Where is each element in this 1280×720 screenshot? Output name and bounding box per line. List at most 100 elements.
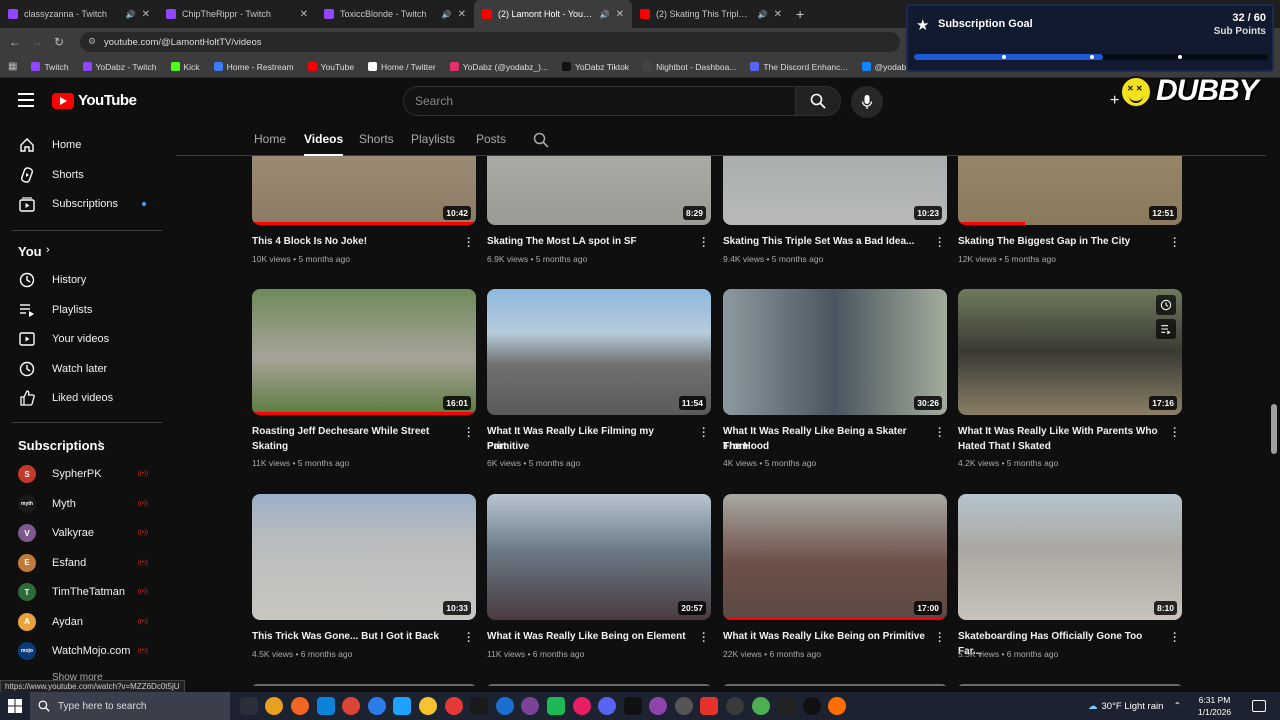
- video-thumbnail[interactable]: 20:57: [487, 494, 711, 620]
- bookmark-item[interactable]: YoDabz (@yodabz_)...: [449, 62, 548, 72]
- tab-audio-icon[interactable]: 🔊: [758, 10, 768, 19]
- more-actions-icon[interactable]: · · ·: [1172, 629, 1178, 648]
- search-button[interactable]: [795, 86, 841, 116]
- chevron-right-icon[interactable]: ›: [46, 244, 50, 256]
- video-title[interactable]: What it Was Really Like Being on Element: [487, 629, 693, 644]
- tab-playlists[interactable]: Playlists: [411, 132, 455, 146]
- app-icon[interactable]: [649, 697, 668, 715]
- new-tab-icon[interactable]: +: [796, 6, 804, 22]
- more-actions-icon[interactable]: · · ·: [701, 629, 707, 648]
- firefox-icon[interactable]: [290, 697, 309, 715]
- vscode-icon[interactable]: [393, 697, 412, 715]
- scrollbar-thumb[interactable]: [1271, 404, 1277, 454]
- sidebar-subscription-item[interactable]: A Aydan ((•)): [12, 608, 162, 636]
- app-icon[interactable]: [623, 697, 642, 715]
- obs-icon[interactable]: [367, 697, 386, 715]
- weather-widget[interactable]: ☁ 30°F Light rain ⌃: [1088, 692, 1181, 720]
- search-input[interactable]: Search: [403, 86, 796, 116]
- more-actions-icon[interactable]: · · ·: [937, 629, 943, 648]
- sidebar-you-heading[interactable]: You: [18, 244, 42, 259]
- bookmark-item[interactable]: Twitch: [31, 62, 69, 72]
- app-icon[interactable]: [828, 697, 847, 715]
- sidebar-subscription-item[interactable]: S SypherPK ((•)): [12, 460, 162, 488]
- edge-icon[interactable]: [316, 697, 335, 715]
- sidebar-subscription-item[interactable]: V Valkyrae ((•)): [12, 519, 162, 547]
- more-actions-icon[interactable]: · · ·: [466, 629, 472, 648]
- site-info-icon[interactable]: ⚙: [88, 36, 96, 47]
- chevron-right-icon[interactable]: ›: [98, 437, 102, 449]
- channel-search-icon[interactable]: [533, 132, 549, 148]
- app-icon[interactable]: [674, 697, 693, 715]
- app-icon[interactable]: [521, 697, 540, 715]
- tab-close-icon[interactable]: ✕: [300, 9, 308, 20]
- sidebar-item-home[interactable]: Home: [12, 131, 162, 159]
- browser-tab[interactable]: (2) Skating This Triple Set W 🔊 ✕: [632, 0, 790, 28]
- tray-chevron-icon[interactable]: ⌃: [1173, 701, 1181, 712]
- settings-icon[interactable]: [726, 697, 745, 715]
- tab-close-icon[interactable]: ✕: [142, 9, 150, 20]
- apps-grid-icon[interactable]: ▦: [8, 61, 17, 72]
- sidebar-item-your-videos[interactable]: Your videos: [12, 325, 162, 353]
- tiktok-icon[interactable]: [802, 697, 821, 715]
- voice-search-button[interactable]: [851, 86, 883, 118]
- tab-audio-icon[interactable]: 🔊: [126, 10, 136, 19]
- video-thumbnail-partial[interactable]: [487, 684, 711, 686]
- sidebar-item-watch-later[interactable]: Watch later: [12, 355, 162, 383]
- app-icon[interactable]: [700, 697, 719, 715]
- bookmark-item[interactable]: The Discord Enhanc...: [750, 62, 848, 72]
- bookmark-item[interactable]: Home / Twitter: [368, 62, 436, 72]
- app-icon[interactable]: [495, 697, 514, 715]
- sidebar-subscription-item[interactable]: myth Myth ((•)): [12, 490, 162, 518]
- bookmark-item[interactable]: Kick: [170, 62, 200, 72]
- sidebar-item-shorts[interactable]: Shorts: [12, 161, 162, 189]
- start-button[interactable]: [0, 692, 30, 720]
- tab-home[interactable]: Home: [254, 132, 286, 146]
- video-thumbnail[interactable]: 8:10: [958, 494, 1182, 620]
- sidebar-subscription-item[interactable]: T TimTheTatman ((•)): [12, 578, 162, 606]
- bookmark-item[interactable]: YoDabz Tiktok: [562, 62, 629, 72]
- reload-icon[interactable]: ↻: [48, 35, 70, 49]
- video-thumbnail-partial[interactable]: [958, 684, 1182, 686]
- bookmark-item[interactable]: YoDabz - Twitch: [82, 62, 157, 72]
- back-icon[interactable]: ←: [4, 35, 26, 49]
- bookmark-item[interactable]: Nightbot - Dashboa...: [643, 62, 736, 72]
- browser-tab[interactable]: classyzanna - Twitch 🔊 ✕: [0, 0, 158, 28]
- sidebar-item-playlists[interactable]: Playlists: [12, 296, 162, 324]
- video-thumbnail-partial[interactable]: [252, 684, 476, 686]
- tab-close-icon[interactable]: ✕: [774, 9, 782, 20]
- browser-tab[interactable]: (2) Lamont Holt - YouTube 🔊 ✕: [474, 0, 632, 28]
- video-thumbnail[interactable]: 17:00: [723, 494, 947, 620]
- page-scrollbar[interactable]: [1268, 124, 1280, 686]
- taskbar-search[interactable]: Type here to search: [30, 692, 230, 720]
- tab-videos[interactable]: Videos: [304, 132, 344, 156]
- browser-tab[interactable]: ChipTheRippr - Twitch ✕: [158, 0, 316, 28]
- video-card[interactable]: 8:10 Skateboarding Has Officially Gone To…: [958, 156, 1182, 686]
- tab-close-icon[interactable]: ✕: [458, 9, 466, 20]
- bookmark-item[interactable]: YouTube: [307, 62, 354, 72]
- menu-icon[interactable]: [18, 93, 34, 107]
- sidebar-item-liked-videos[interactable]: Liked videos: [12, 384, 162, 412]
- video-thumbnail[interactable]: 10:33: [252, 494, 476, 620]
- url-field[interactable]: ⚙ youtube.com/@LamontHoltTV/videos: [80, 32, 900, 52]
- tab-shorts[interactable]: Shorts: [359, 132, 394, 146]
- bookmark-item[interactable]: Home - Restream: [213, 62, 294, 72]
- video-card[interactable]: 20:57 What it Was Really Like Being on El…: [487, 156, 711, 686]
- sidebar-item-subscriptions[interactable]: Subscriptions: [12, 190, 162, 218]
- youtube-logo[interactable]: YouTube: [52, 92, 137, 109]
- tab-close-icon[interactable]: ✕: [616, 9, 624, 20]
- app-icon[interactable]: [777, 697, 796, 715]
- browser-tab[interactable]: ToxiccBlonde - Twitch 🔊 ✕: [316, 0, 474, 28]
- file-explorer-icon[interactable]: [418, 697, 437, 715]
- tab-audio-icon[interactable]: 🔊: [600, 10, 610, 19]
- video-card[interactable]: 17:00 What it Was Really Like Being on Pr…: [723, 156, 947, 686]
- adobe-icon[interactable]: [444, 697, 463, 715]
- discord-icon[interactable]: [598, 697, 617, 715]
- video-thumbnail-partial[interactable]: [723, 684, 947, 686]
- video-card[interactable]: 10:33 This Trick Was Gone... But I Got it…: [252, 156, 476, 686]
- sidebar-item-history[interactable]: History: [12, 266, 162, 294]
- steam-icon[interactable]: [470, 697, 489, 715]
- app-icon[interactable]: [751, 697, 770, 715]
- sidebar-subscription-item[interactable]: mojo WatchMojo.com ((•)): [12, 637, 162, 665]
- system-clock[interactable]: 6:31 PM 1/1/2026: [1198, 694, 1231, 718]
- video-title[interactable]: This Trick Was Gone... But I Got it Back: [252, 629, 458, 644]
